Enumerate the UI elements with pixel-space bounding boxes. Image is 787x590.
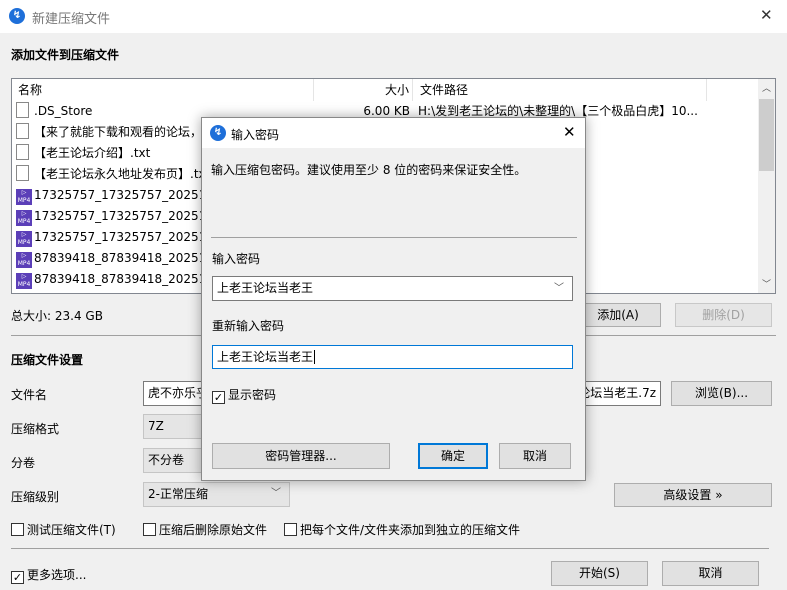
file-name-text: .DS_Store xyxy=(34,104,93,118)
show-password-checkbox[interactable]: ✓ 显示密码 xyxy=(212,386,276,404)
file-name-text: 17325757_17325757_202511 xyxy=(34,230,214,244)
checkbox-icon xyxy=(11,523,24,536)
reenter-password-value: 上老王论坛当老王 xyxy=(217,350,314,364)
text-file-icon xyxy=(16,165,29,181)
chevron-down-icon: ﹀ xyxy=(271,488,281,499)
col-path[interactable]: 文件路径 xyxy=(412,79,707,101)
test-archive-label: 测试压缩文件(T) xyxy=(27,523,116,537)
file-name-text: 【老王论坛介绍】.txt xyxy=(34,146,151,160)
volume-label: 分卷 xyxy=(11,456,36,470)
show-password-label: 显示密码 xyxy=(228,388,277,402)
mp4-file-icon: ▷ MP4 xyxy=(16,273,32,289)
dialog-title-bar: ↯ 输入密码 ✕ xyxy=(202,118,585,148)
reenter-password-input[interactable]: 上老王论坛当老王 xyxy=(212,345,573,369)
advanced-settings-button[interactable]: 高级设置 » xyxy=(614,483,772,507)
file-name-text: 【来了就能下载和观看的论坛， xyxy=(34,125,203,139)
password-label: 输入密码 xyxy=(212,252,261,266)
checkbox-checked-icon: ✓ xyxy=(212,391,225,404)
level-value: 2-正常压缩 xyxy=(148,487,208,501)
more-options-label: 更多选项... xyxy=(27,568,87,582)
col-size[interactable]: 大小 xyxy=(313,79,409,101)
separate-archives-checkbox[interactable]: 把每个文件/文件夹添加到独立的压缩文件 xyxy=(284,521,520,538)
delete-button[interactable]: 删除(D) xyxy=(675,303,772,327)
window-title: 新建压缩文件 xyxy=(32,12,111,27)
dialog-hint: 输入压缩包密码。建议使用至少 8 位的密码来保证安全性。 xyxy=(211,163,527,177)
dialog-cancel-button[interactable]: 取消 xyxy=(499,443,571,469)
title-bar: ↯ 新建压缩文件 ✕ xyxy=(0,0,787,33)
dialog-close-button[interactable]: ✕ xyxy=(563,123,576,141)
total-size: 总大小: 23.4 GB xyxy=(11,309,103,323)
start-button[interactable]: 开始(S) xyxy=(551,561,648,586)
vertical-scrollbar[interactable]: ︿ ﹀ xyxy=(758,79,775,293)
filename-text-end: 论坛当老王.7z xyxy=(578,386,656,400)
delete-after-label: 压缩后删除原始文件 xyxy=(159,523,268,537)
password-dialog: ↯ 输入密码 ✕ 输入压缩包密码。建议使用至少 8 位的密码来保证安全性。 输入… xyxy=(201,117,586,481)
level-select[interactable]: 2-正常压缩 ﹀ xyxy=(143,482,290,507)
scroll-down-icon[interactable]: ﹀ xyxy=(762,277,771,290)
dialog-title: 输入密码 xyxy=(231,128,280,142)
browse-button[interactable]: 浏览(B)... xyxy=(671,381,772,406)
divider xyxy=(211,237,577,238)
delete-after-checkbox[interactable]: 压缩后删除原始文件 xyxy=(143,521,267,538)
scroll-up-icon[interactable]: ︿ xyxy=(762,81,771,94)
file-name-text: 87839418_87839418_202510 xyxy=(34,251,214,265)
format-label: 压缩格式 xyxy=(11,422,60,436)
file-name-text: 【老王论坛永久地址发布页】.txt xyxy=(34,167,211,181)
col-name[interactable]: 名称 xyxy=(18,79,42,101)
test-archive-checkbox[interactable]: 测试压缩文件(T) xyxy=(11,521,116,538)
file-name-text: 17325757_17325757_202510 xyxy=(34,188,214,202)
text-file-icon xyxy=(16,144,29,160)
password-combobox[interactable]: 上老王论坛当老王 ﹀ xyxy=(212,276,573,301)
ok-button[interactable]: 确定 xyxy=(418,443,488,469)
text-cursor xyxy=(314,350,316,364)
mp4-file-icon: ▷ MP4 xyxy=(16,252,32,268)
more-options-checkbox[interactable]: ✓ 更多选项... xyxy=(11,566,86,584)
mp4-file-icon: ▷ MP4 xyxy=(16,210,32,226)
mp4-file-icon: ▷ MP4 xyxy=(16,231,32,247)
password-value: 上老王论坛当老王 xyxy=(217,281,314,295)
file-name-text: 87839418_87839418_202510 xyxy=(34,272,214,286)
text-file-icon xyxy=(16,123,29,139)
password-manager-button[interactable]: 密码管理器... xyxy=(212,443,390,469)
mp4-file-icon: ▷ MP4 xyxy=(16,189,32,205)
file-icon xyxy=(16,102,29,118)
cancel-button[interactable]: 取消 xyxy=(662,561,759,586)
list-header: 名称 大小 文件路径 xyxy=(12,79,757,101)
separate-archives-label: 把每个文件/文件夹添加到独立的压缩文件 xyxy=(300,523,521,537)
divider xyxy=(11,548,769,549)
filename-label: 文件名 xyxy=(11,388,48,402)
files-section-title: 添加文件到压缩文件 xyxy=(11,48,120,62)
checkbox-icon xyxy=(143,523,156,536)
file-name-text: 17325757_17325757_202511 xyxy=(34,209,214,223)
settings-section-title: 压缩文件设置 xyxy=(11,353,84,367)
scroll-thumb[interactable] xyxy=(759,99,774,171)
add-button[interactable]: 添加(A) xyxy=(575,303,661,327)
reenter-password-label: 重新输入密码 xyxy=(212,319,285,333)
level-label: 压缩级别 xyxy=(11,490,60,504)
filename-text-start: 虎不亦乐乎 xyxy=(148,386,209,400)
app-icon: ↯ xyxy=(210,125,226,141)
app-icon: ↯ xyxy=(9,8,25,24)
chevron-down-icon[interactable]: ﹀ xyxy=(554,277,564,300)
checkbox-icon xyxy=(284,523,297,536)
window-close-button[interactable]: ✕ xyxy=(760,6,773,24)
checkbox-checked-icon: ✓ xyxy=(11,571,24,584)
